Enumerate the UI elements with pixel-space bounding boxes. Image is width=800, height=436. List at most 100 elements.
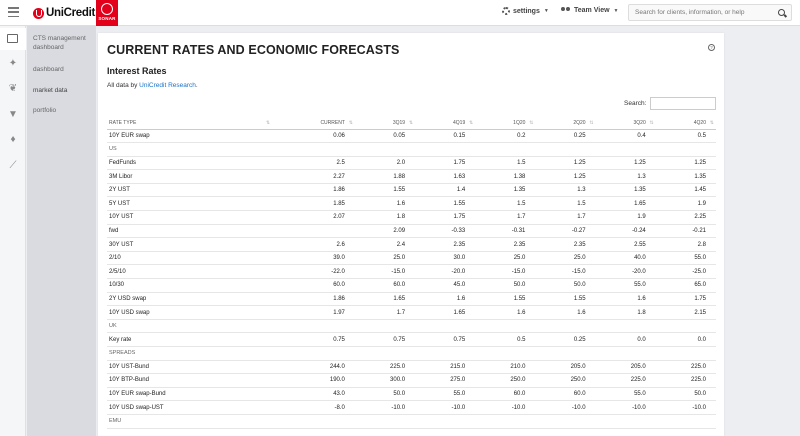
rate-value-cell: 1.6 bbox=[595, 292, 656, 307]
rate-type-cell: 10Y EUR swap-Bund bbox=[107, 387, 273, 402]
column-header[interactable]: RATE TYPE ⇅ bbox=[107, 117, 273, 130]
rate-value-cell: 1.8 bbox=[354, 210, 416, 225]
rate-value-cell: 1.65 bbox=[595, 196, 656, 212]
rate-value-cell: 45.0 bbox=[415, 278, 476, 293]
rate-value-cell: 1.8 bbox=[595, 305, 656, 320]
rate-type-cell: 10Y EUR swap bbox=[107, 129, 273, 144]
rate-value-cell: 2.35 bbox=[535, 237, 596, 252]
table-row: 10/30 60.0 60.0 45.0 50.0 50.0 55.0 65.0 bbox=[107, 278, 716, 293]
sort-icon[interactable]: ⇅ bbox=[589, 120, 593, 126]
rate-value-cell: 2.35 bbox=[415, 237, 476, 252]
rate-type-cell: 5Y UST bbox=[107, 196, 273, 212]
rate-value-cell: 1.97 bbox=[272, 305, 355, 320]
rate-value-cell: 2.25 bbox=[655, 210, 716, 225]
rate-value-cell: -10.0 bbox=[535, 400, 596, 415]
column-header[interactable]: 3Q19 ⇅ bbox=[354, 117, 416, 130]
rate-value-cell: 225.0 bbox=[655, 373, 716, 388]
section-title: Interest Rates bbox=[107, 66, 167, 76]
unicredit-logo[interactable]: UniCredit bbox=[33, 5, 95, 21]
column-header[interactable]: 1Q20 ⇅ bbox=[475, 117, 536, 130]
rate-value-cell: 0.4 bbox=[595, 129, 656, 144]
column-header[interactable]: 4Q19 ⇅ bbox=[415, 117, 476, 130]
rate-value-cell: 2.15 bbox=[655, 305, 716, 320]
sort-icon[interactable]: ⇅ bbox=[710, 120, 714, 126]
unicredit-logo-mark bbox=[33, 7, 44, 19]
section-label: US bbox=[107, 142, 716, 157]
rate-value-cell: 0.75 bbox=[415, 332, 476, 347]
rate-value-cell: 1.55 bbox=[475, 292, 536, 307]
rate-value-cell: 1.35 bbox=[595, 183, 656, 198]
sidebar-item-cts-management[interactable]: CTS management bbox=[27, 34, 86, 43]
rate-value-cell: -15.0 bbox=[535, 264, 596, 280]
rate-value-cell: 1.86 bbox=[272, 292, 355, 307]
table-row: 2Y UST 1.86 1.55 1.4 1.35 1.3 1.35 1.45 bbox=[107, 183, 716, 198]
rate-value-cell: -10.0 bbox=[595, 400, 656, 415]
rate-value-cell: 2.35 bbox=[475, 237, 536, 252]
sort-icon[interactable]: ⇅ bbox=[469, 120, 473, 126]
settings-menu[interactable]: settings ▼ bbox=[502, 7, 549, 15]
global-search-input[interactable]: Search for clients, information, or help bbox=[628, 4, 792, 21]
rate-value-cell: 0.0 bbox=[595, 332, 656, 347]
caret-down-icon: ▼ bbox=[543, 8, 549, 14]
rate-value-cell: 244.0 bbox=[272, 360, 355, 375]
table-section-row: US bbox=[107, 142, 716, 157]
sort-icon[interactable]: ⇅ bbox=[349, 120, 353, 126]
sidebar-item-market-data[interactable]: market data bbox=[27, 86, 67, 95]
table-header-row: RATE TYPE ⇅ CURRENT ⇅ 3Q19 ⇅ 4Q19 ⇅ 1Q20 ⇅ 2Q20 ⇅ 3Q… bbox=[107, 117, 716, 130]
global-search-placeholder: Search for clients, information, or help bbox=[635, 9, 745, 16]
chart-icon[interactable]: ⟋ bbox=[7, 160, 19, 172]
search-icon[interactable] bbox=[778, 9, 785, 16]
sidebar-menu: CTS management dashboard dashboard marke… bbox=[27, 26, 96, 436]
column-header[interactable]: 4Q20 ⇅ bbox=[655, 117, 716, 130]
help-icon[interactable]: ? bbox=[708, 44, 715, 51]
column-header[interactable]: 2Q20 ⇅ bbox=[535, 117, 596, 130]
rate-value-cell: -15.0 bbox=[354, 264, 416, 280]
sort-icon[interactable]: ⇅ bbox=[529, 120, 533, 126]
rate-value-cell: 190.0 bbox=[272, 373, 355, 388]
sort-icon[interactable]: ⇅ bbox=[650, 120, 654, 126]
rate-value-cell: 1.25 bbox=[535, 169, 596, 184]
rate-type-cell: fwd bbox=[107, 224, 273, 239]
rate-type-cell: 2Y USD swap bbox=[107, 292, 273, 307]
rate-type-cell: 3M Libor bbox=[107, 169, 273, 184]
column-header-label: 3Q19 bbox=[392, 119, 406, 126]
rate-value-cell: 0.15 bbox=[415, 129, 476, 144]
bell-icon[interactable]: ♦ bbox=[7, 134, 19, 146]
rate-value-cell: 0.05 bbox=[354, 129, 416, 144]
plant-icon[interactable]: ❦ bbox=[7, 83, 19, 95]
team-view-label: Team View bbox=[574, 7, 610, 14]
filter-icon[interactable]: ▼ bbox=[7, 109, 19, 121]
rate-value-cell: 43.0 bbox=[272, 387, 355, 402]
rate-value-cell: 0.2 bbox=[475, 129, 536, 144]
running-figure-icon[interactable]: ✦ bbox=[7, 58, 19, 70]
rate-value-cell: 2.0 bbox=[354, 156, 416, 171]
sort-icon[interactable]: ⇅ bbox=[266, 120, 270, 126]
sort-icon[interactable]: ⇅ bbox=[409, 120, 413, 126]
rate-value-cell: 300.0 bbox=[354, 373, 416, 388]
rate-value-cell: -10.0 bbox=[354, 400, 416, 415]
rate-type-cell: Key rate bbox=[107, 332, 273, 347]
team-view-menu[interactable]: Team View ▼ bbox=[561, 7, 619, 14]
rate-value-cell: 250.0 bbox=[475, 373, 536, 388]
sidebar-item-dashboard[interactable]: dashboard bbox=[27, 65, 64, 74]
rate-value-cell: 2.27 bbox=[272, 169, 355, 184]
table-search-input[interactable] bbox=[650, 97, 716, 110]
unicredit-research-link[interactable]: UniCredit Research bbox=[139, 82, 196, 89]
column-header[interactable]: CURRENT ⇅ bbox=[272, 117, 355, 130]
rate-value-cell: 0.0 bbox=[655, 332, 716, 347]
sonar-label: SONAR bbox=[98, 16, 116, 21]
rate-value-cell: 1.7 bbox=[535, 210, 596, 225]
hamburger-menu-icon[interactable] bbox=[8, 7, 19, 18]
rate-value-cell: 225.0 bbox=[354, 360, 416, 375]
column-header[interactable]: 3Q20 ⇅ bbox=[595, 117, 656, 130]
sonar-logo[interactable]: SONAR bbox=[96, 0, 118, 26]
sidebar-item-portfolio[interactable]: portfolio bbox=[27, 106, 56, 115]
gear-icon bbox=[502, 7, 510, 15]
top-bar: UniCredit SONAR settings ▼ Team View ▼ S… bbox=[0, 0, 800, 26]
rate-value-cell: -10.0 bbox=[475, 400, 536, 415]
chat-icon[interactable] bbox=[7, 34, 18, 43]
rate-value-cell: 1.9 bbox=[595, 210, 656, 225]
sidebar-item-cts-dashboard[interactable]: dashboard bbox=[27, 43, 64, 52]
note-prefix: All data by bbox=[107, 82, 140, 89]
rate-value-cell: 2.5 bbox=[272, 156, 355, 171]
